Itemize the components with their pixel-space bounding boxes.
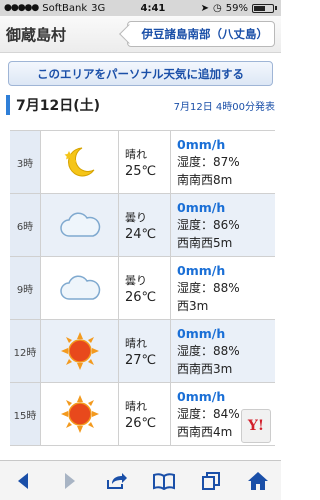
village-title: 御蔵島村 bbox=[6, 25, 67, 44]
temperature: 26℃ bbox=[125, 415, 157, 431]
forecast-date: 7月12日(土) bbox=[16, 98, 101, 114]
back-button[interactable] bbox=[8, 466, 38, 496]
yahoo-logo: Y! bbox=[247, 418, 265, 434]
weather-condition: 晴れ bbox=[125, 399, 147, 413]
humidity: 湿度：88% bbox=[177, 343, 240, 358]
add-personal-weather-button[interactable]: このエリアをパーソナル天気に追加する bbox=[8, 61, 273, 86]
row-time: 15時 bbox=[10, 383, 41, 445]
tabs-button[interactable] bbox=[196, 466, 226, 496]
network-label: 3G bbox=[91, 2, 106, 14]
carrier-label: SoftBank bbox=[42, 2, 88, 14]
weather-condition: 晴れ bbox=[125, 147, 147, 161]
temperature: 25℃ bbox=[125, 163, 157, 179]
forward-button[interactable] bbox=[55, 466, 85, 496]
location-icon: ➤ bbox=[200, 2, 210, 14]
forecast-row: 6時 曇り 24℃ 0mm/h 湿度：86% 西南西5m bbox=[10, 194, 275, 257]
clock: 4:41 bbox=[140, 2, 166, 14]
temperature: 27℃ bbox=[125, 352, 157, 368]
signal-icon: ●●●●● bbox=[4, 3, 39, 13]
share-icon bbox=[107, 472, 128, 489]
forecast-row: 3時 晴れ 25℃ 0mm/h 湿度：87% 南南西8m bbox=[10, 131, 275, 194]
row-time: 6時 bbox=[10, 194, 41, 256]
status-bar: ●●●●● SoftBank 3G 4:41 ➤ ◷ 59% bbox=[0, 0, 281, 16]
weather-condition: 晴れ bbox=[125, 336, 147, 350]
cloud-icon bbox=[59, 275, 100, 300]
temperature: 24℃ bbox=[125, 226, 157, 242]
precipitation: 0mm/h bbox=[177, 325, 226, 341]
battery-icon bbox=[251, 3, 274, 13]
forecast-table: 3時 晴れ 25℃ 0mm/h 湿度：87% 南南西8m 6時 曇り 24℃ 0… bbox=[10, 130, 275, 446]
alarm-icon: ◷ bbox=[213, 2, 222, 14]
moon-icon bbox=[64, 147, 94, 177]
back-arrow-icon bbox=[118, 24, 139, 44]
tabs-icon bbox=[201, 471, 220, 490]
yahoo-badge[interactable]: Y! bbox=[241, 409, 271, 443]
weather-condition: 曇り bbox=[125, 210, 147, 224]
cloud-icon bbox=[59, 212, 100, 237]
forward-icon bbox=[65, 472, 76, 489]
precipitation: 0mm/h bbox=[177, 199, 226, 215]
wind: 西南西5m bbox=[177, 235, 233, 250]
region-button-label: 伊豆諸島南部（八丈島） bbox=[141, 27, 269, 41]
temperature: 26℃ bbox=[125, 289, 157, 305]
wind: 南南西8m bbox=[177, 172, 233, 187]
precipitation: 0mm/h bbox=[177, 262, 226, 278]
book-icon bbox=[152, 472, 175, 490]
wind: 西南西3m bbox=[177, 361, 233, 376]
region-back-button[interactable]: 伊豆諸島南部（八丈島） bbox=[118, 21, 275, 47]
share-button[interactable] bbox=[102, 466, 132, 496]
published-time: 7月12日 4時00分発表 bbox=[173, 101, 275, 113]
page-header: 御蔵島村 伊豆諸島南部（八丈島） bbox=[0, 16, 281, 53]
battery-percent: 59% bbox=[225, 2, 248, 14]
row-time: 9時 bbox=[10, 257, 41, 319]
forecast-row: 12時 晴れ 27℃ 0mm/h 湿度：88% 西南西3m bbox=[10, 320, 275, 383]
precipitation: 0mm/h bbox=[177, 388, 226, 404]
weather-condition: 曇り bbox=[125, 273, 147, 287]
sun-icon bbox=[60, 395, 99, 433]
add-button-label: このエリアをパーソナル天気に追加する bbox=[37, 66, 244, 81]
wind: 西3m bbox=[177, 298, 209, 313]
browser-toolbar bbox=[0, 460, 281, 500]
home-button[interactable] bbox=[243, 466, 273, 496]
date-heading: 7月12日(土) 7月12日 4時00分発表 bbox=[6, 95, 275, 115]
humidity: 湿度：88% bbox=[177, 280, 240, 295]
precipitation: 0mm/h bbox=[177, 136, 226, 152]
sun-icon bbox=[60, 332, 99, 370]
humidity: 湿度：86% bbox=[177, 217, 240, 232]
forecast-row: 9時 曇り 26℃ 0mm/h 湿度：88% 西3m bbox=[10, 257, 275, 320]
back-icon bbox=[18, 472, 29, 489]
bookmarks-button[interactable] bbox=[149, 466, 179, 496]
humidity: 湿度：87% bbox=[177, 154, 240, 169]
row-time: 3時 bbox=[10, 131, 41, 193]
forecast-row: 15時 晴れ 26℃ 0mm/h 湿度：84% 西南西4m bbox=[10, 383, 275, 446]
home-icon bbox=[247, 471, 268, 490]
row-time: 12時 bbox=[10, 320, 41, 382]
